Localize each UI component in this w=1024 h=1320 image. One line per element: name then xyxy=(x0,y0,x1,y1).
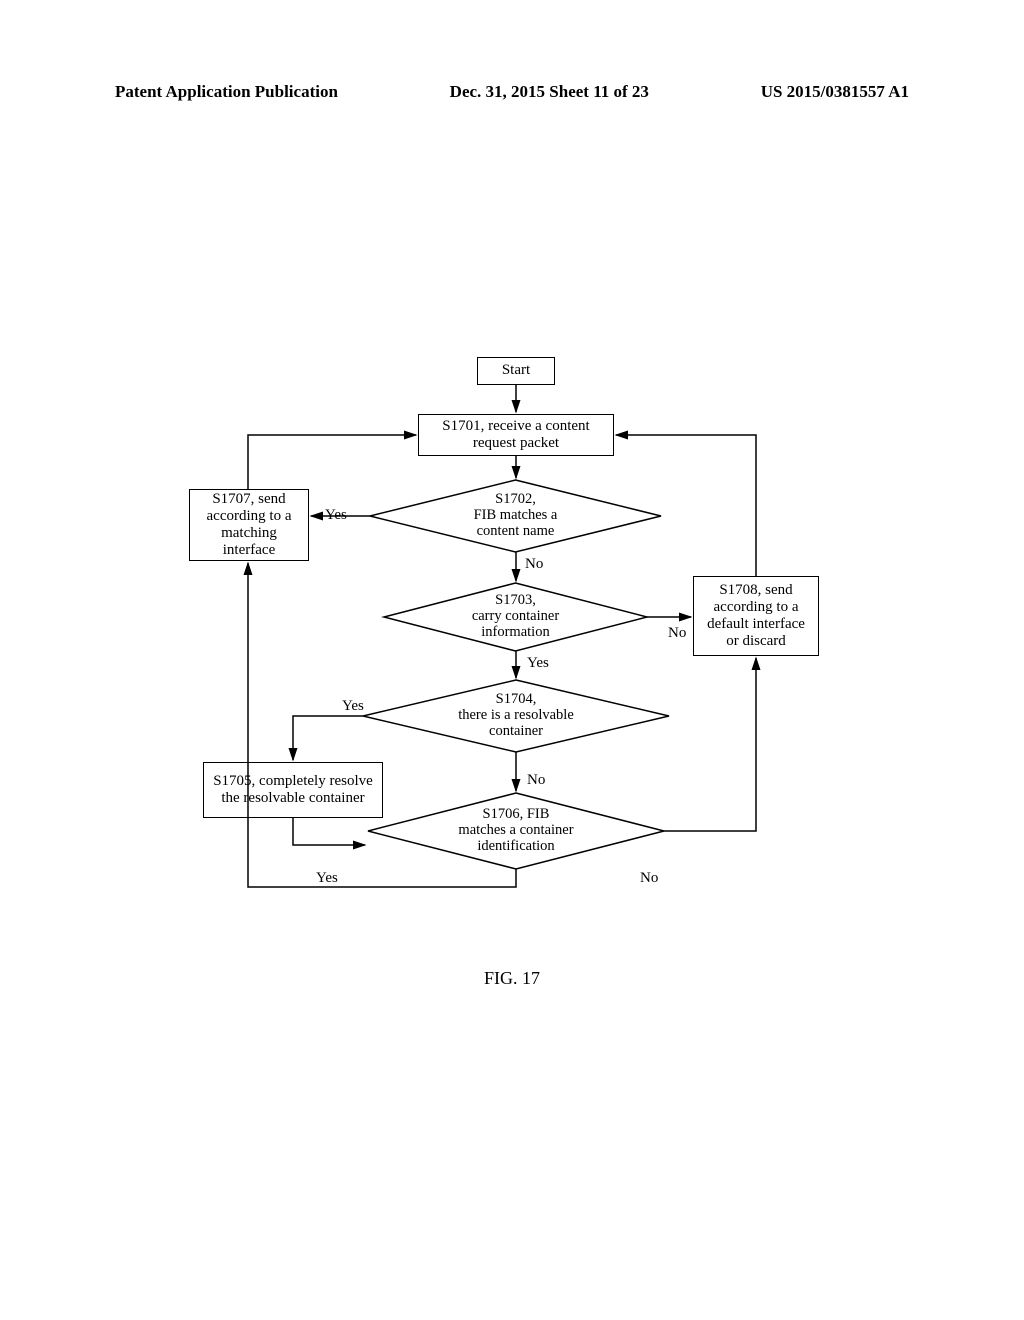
figure-caption: FIG. 17 xyxy=(0,968,1024,989)
flowchart-arrows xyxy=(0,0,1024,1320)
flowchart-diagram: Start S1701, receive a content request p… xyxy=(0,0,1024,1320)
